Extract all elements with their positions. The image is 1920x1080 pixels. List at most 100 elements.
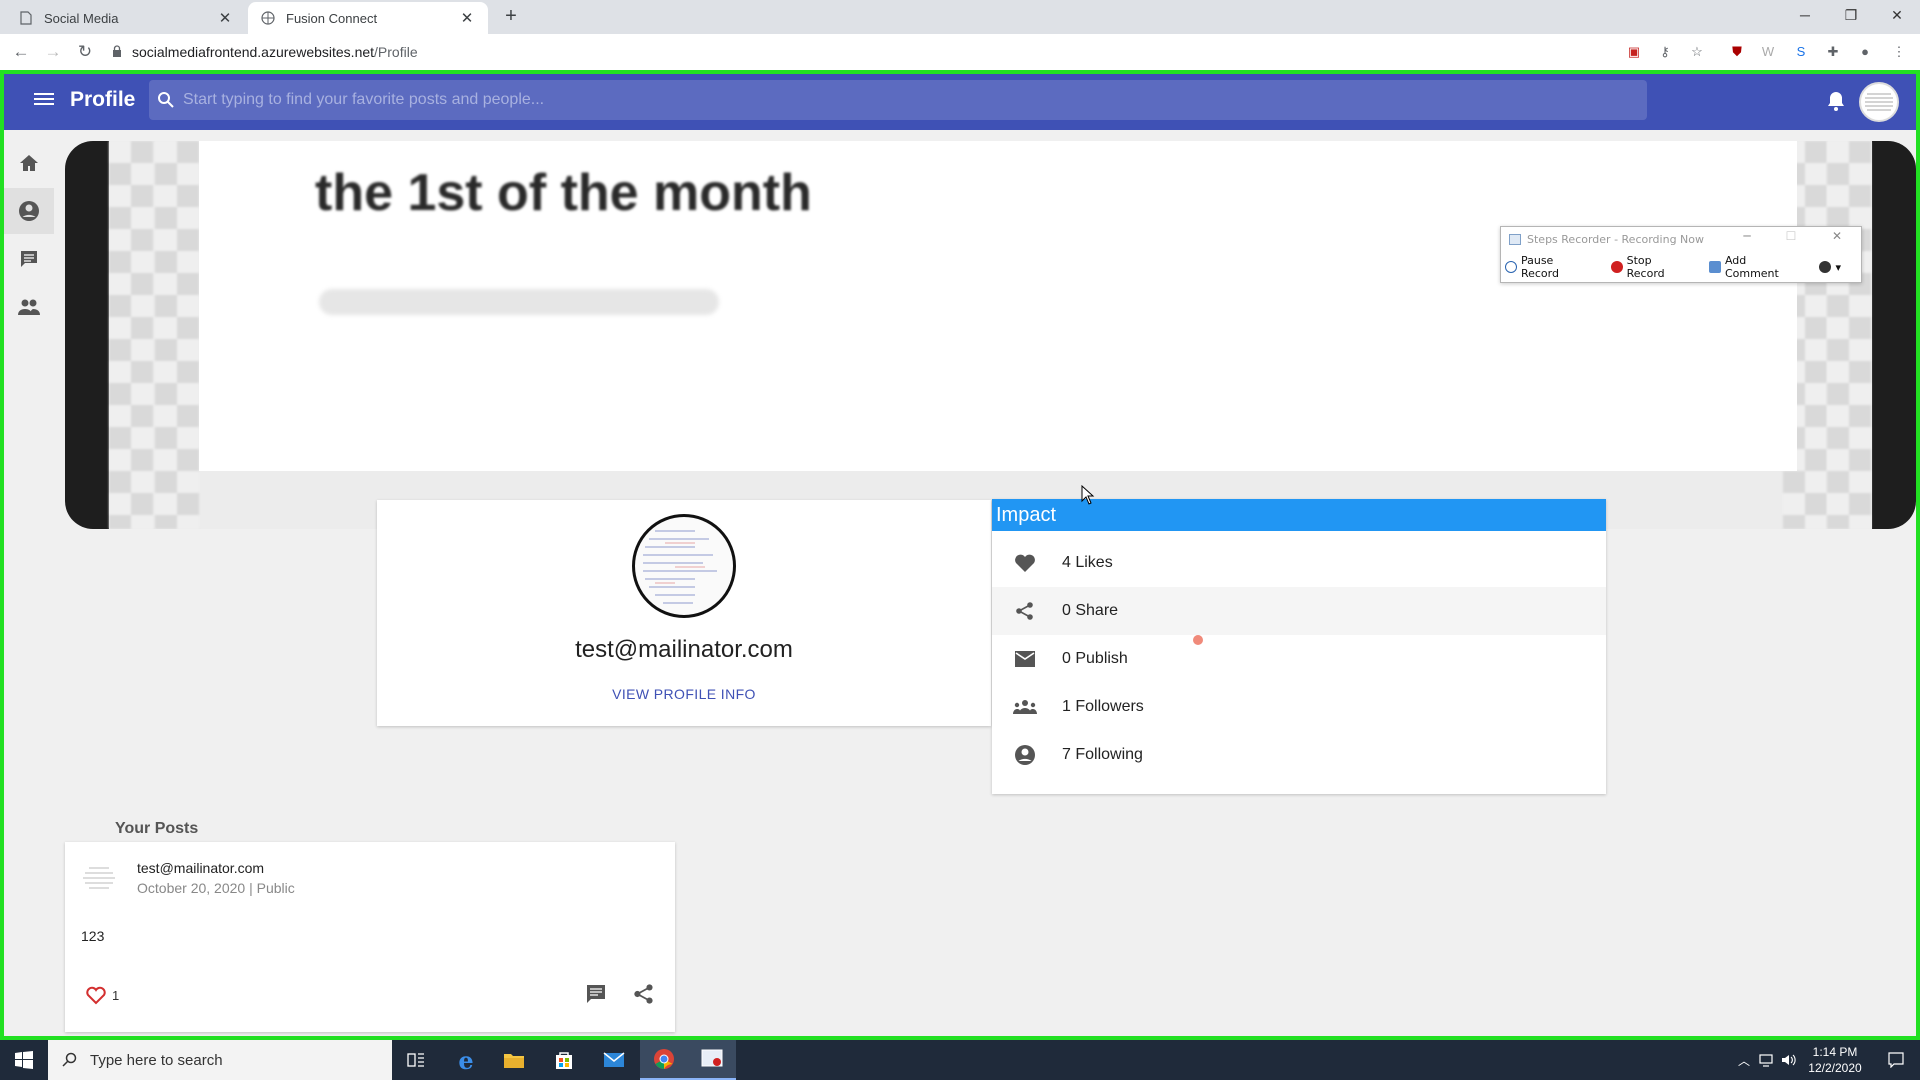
close-tab-icon[interactable]: ✕: [216, 9, 234, 27]
network-icon[interactable]: [1756, 1040, 1778, 1080]
stop-record-button[interactable]: Stop Record: [1610, 254, 1693, 280]
share-button[interactable]: [633, 983, 657, 1007]
add-comment-button[interactable]: Add Comment: [1708, 254, 1803, 280]
mail-app-icon[interactable]: [590, 1040, 638, 1080]
search-input[interactable]: [183, 91, 1647, 109]
post-author: test@mailinator.com: [137, 860, 265, 876]
user-avatar[interactable]: [1859, 82, 1899, 122]
w-extension-icon[interactable]: W: [1758, 42, 1778, 62]
home-icon: [20, 155, 38, 171]
comment-button[interactable]: [585, 983, 609, 1007]
taskbar-search-box[interactable]: Type here to search: [48, 1040, 392, 1080]
nav-people[interactable]: [4, 284, 54, 330]
chrome-taskbar-icon[interactable]: [640, 1040, 688, 1080]
side-nav-rail: [4, 130, 54, 1036]
notifications-bell-icon[interactable]: [1826, 90, 1846, 112]
notification-center-icon[interactable]: [1876, 1040, 1916, 1080]
impact-row-label: 0 Publish: [1062, 650, 1128, 667]
restore-icon[interactable]: ❐: [1828, 0, 1874, 30]
windows-start-icon[interactable]: [0, 1040, 48, 1080]
search-icon: [149, 91, 183, 109]
forward-icon[interactable]: →: [40, 40, 66, 64]
minimize-icon[interactable]: ─: [1782, 0, 1828, 30]
close-tab-icon[interactable]: ✕: [458, 9, 476, 27]
impact-row-publish[interactable]: 0 Publish: [992, 635, 1606, 683]
people-icon: [18, 299, 40, 315]
nav-home[interactable]: [4, 140, 54, 186]
post-body: 123: [81, 928, 105, 944]
key-icon[interactable]: ⚷: [1655, 42, 1675, 62]
help-dropdown-button[interactable]: ▾: [1819, 261, 1841, 274]
impact-row-followers[interactable]: 1 Followers: [992, 683, 1606, 731]
stop-record-label: Stop Record: [1626, 254, 1665, 280]
share-icon: [992, 601, 1050, 621]
close-icon[interactable]: ✕: [1825, 229, 1849, 247]
taskbar-search-placeholder: Type here to search: [90, 1051, 223, 1069]
heart-icon: [992, 553, 1050, 573]
steps-recorder-title-text: Steps Recorder - Recording Now: [1527, 233, 1704, 246]
steps-recorder-taskbar-icon[interactable]: [688, 1040, 736, 1080]
profile-email: test@mailinator.com: [575, 636, 793, 663]
new-tab-button[interactable]: +: [500, 6, 522, 28]
impact-row-following[interactable]: 7 Following: [992, 731, 1606, 779]
add-comment-label: Add Comment: [1724, 254, 1779, 280]
bookmark-star-icon[interactable]: ☆: [1687, 42, 1707, 62]
globe-icon: [260, 10, 276, 26]
s-extension-icon[interactable]: S: [1791, 42, 1811, 62]
comment-icon: [587, 985, 605, 1003]
impact-row-share[interactable]: 0 Share: [992, 587, 1606, 635]
task-view-icon[interactable]: [392, 1040, 440, 1080]
lock-icon: [112, 44, 122, 60]
profile-avatar[interactable]: [632, 514, 736, 618]
maximize-icon[interactable]: ☐: [1779, 229, 1803, 247]
clock-date: 12/2/2020: [1808, 1061, 1862, 1075]
impact-row-likes[interactable]: 4 Likes: [992, 539, 1606, 587]
stop-icon: [1610, 261, 1623, 273]
url-path: /Profile: [374, 44, 418, 60]
profile-icon[interactable]: ●: [1855, 42, 1875, 62]
volume-icon[interactable]: [1778, 1040, 1800, 1080]
store-icon[interactable]: [540, 1040, 588, 1080]
like-button[interactable]: 1: [85, 985, 119, 1005]
tab-label: Social Media: [44, 10, 119, 26]
close-window-icon[interactable]: ✕: [1874, 0, 1920, 30]
heart-outline-icon: [86, 986, 106, 1005]
shield-extension-icon[interactable]: ⛊: [1727, 42, 1747, 62]
file-explorer-icon[interactable]: [490, 1040, 538, 1080]
steps-recorder-app-icon: [1509, 234, 1521, 245]
more-menu-icon[interactable]: ⋮: [1889, 42, 1909, 62]
view-profile-info-link[interactable]: VIEW PROFILE INFO: [377, 686, 991, 702]
search-box[interactable]: [149, 80, 1647, 120]
pause-icon: [1505, 261, 1517, 273]
page-title: Profile: [70, 88, 136, 111]
pause-record-button[interactable]: Pause Record: [1505, 254, 1595, 280]
chat-icon: [21, 251, 37, 267]
nav-messages[interactable]: [4, 236, 54, 282]
cover-picture: the 1st of the month: [109, 141, 1872, 529]
browser-tab-strip: Social Media ✕ Fusion Connect ✕ + ─ ❐ ✕: [0, 0, 1920, 34]
translate-icon[interactable]: ▣: [1624, 42, 1644, 62]
extensions-puzzle-icon[interactable]: ✚: [1823, 42, 1843, 62]
browser-tab-fusion-connect[interactable]: Fusion Connect ✕: [248, 2, 488, 34]
menu-icon[interactable]: [34, 90, 54, 110]
edge-browser-icon[interactable]: e: [442, 1040, 490, 1080]
your-posts-heading: Your Posts: [115, 820, 199, 837]
browser-tab-social-media[interactable]: Social Media ✕: [6, 2, 246, 34]
help-icon: [1819, 261, 1832, 273]
app-frame: Profile Start typing to find your favori…: [0, 70, 1920, 1040]
post-author-avatar[interactable]: [79, 858, 119, 898]
minimize-icon[interactable]: ─: [1735, 229, 1759, 247]
comment-icon: [1708, 261, 1721, 273]
reload-icon[interactable]: ↻: [72, 40, 98, 64]
steps-recorder-title: Steps Recorder - Recording Now: [1509, 233, 1704, 246]
like-count: 1: [112, 987, 120, 1003]
post-card: test@mailinator.com October 20, 2020 | P…: [65, 842, 675, 1032]
show-hidden-icons-icon[interactable]: ︿: [1734, 1040, 1754, 1080]
address-bar[interactable]: socialmediafrontend.azurewebsites.net/Pr…: [112, 40, 418, 64]
impact-row-label: 7 Following: [1062, 746, 1143, 763]
search-icon: [62, 1052, 77, 1067]
browser-toolbar: ← → ↻ socialmediafrontend.azurewebsites.…: [0, 34, 1920, 70]
taskbar-clock[interactable]: 1:14 PM 12/2/2020: [1800, 1044, 1870, 1076]
back-icon[interactable]: ←: [8, 40, 34, 64]
nav-profile[interactable]: [4, 188, 54, 234]
